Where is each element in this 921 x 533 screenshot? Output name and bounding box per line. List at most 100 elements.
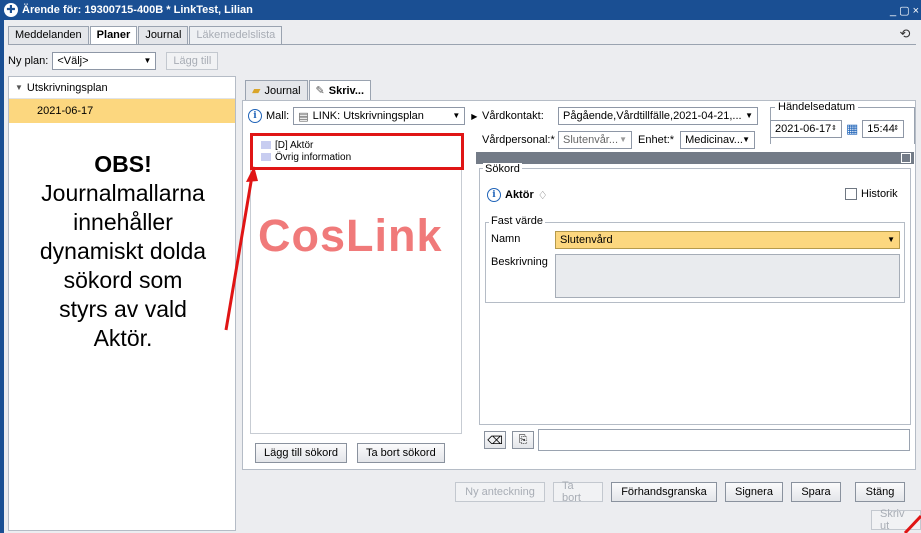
info-icon[interactable]: i [248,109,262,123]
comment-input[interactable] [538,429,910,451]
contact-fields: Vårdkontakt: Pågående,Vårdtillfälle,2021… [482,107,758,149]
template-select[interactable]: ▤ LINK: Utskrivningsplan ▼ [293,107,466,125]
new-note-button[interactable]: Ny anteckning [455,482,545,502]
tab-journal-view[interactable]: ▰ Journal [245,80,308,100]
annotation-text: OBS! Journalmallarna innehåller dynamisk… [8,150,238,353]
event-date-row: 2021-06-17 ⇕ ▦ 15:44 ⇕ [770,120,905,138]
content-tab-row: ▰ Journal ✎ Skriv... [245,80,372,100]
historik-row: Historik [845,188,898,200]
fast-value-legend: Fast värde [489,215,545,227]
template-item-list: [D] Aktör Övrig information [250,134,462,434]
remove-sokord-button[interactable]: Ta bort sökord [357,443,445,463]
journal-icon: ▰ [252,85,261,97]
add-plan-button[interactable]: Lägg till [166,52,219,70]
attachment-icons: ⌫ ⎘ [484,431,534,449]
collapse-arrow-icon[interactable]: ▼ [15,83,23,92]
expand-arrow-icon[interactable]: ▶ [471,112,477,121]
highlight-box [250,133,464,170]
tab-lakemedelslista[interactable]: Läkemedelslista [189,26,283,44]
tab-journal[interactable]: Journal [138,26,189,44]
beskrivning-field[interactable] [555,254,900,298]
namn-label: Namn [491,233,521,245]
history-icon[interactable]: ⟲ [897,26,913,42]
tab-planer[interactable]: Planer [89,26,138,44]
edit-pen-icon: ✎ [315,85,325,97]
chevron-down-icon: ▼ [619,135,627,144]
tab-divider [8,44,916,45]
namn-select[interactable]: Slutenvård ▼ [555,231,900,249]
spinner-icon[interactable]: ⇕ [893,124,899,132]
annotation-line: dynamiskt dolda [39,238,207,264]
vardpersonal-row: Vårdpersonal:* Slutenvår... ▼ Enhet:* Me… [482,131,758,149]
event-time-input[interactable]: 15:44 ⇕ [862,120,905,138]
plan-item-label: 2021-06-17 [37,105,94,117]
annotation-title: OBS! [94,151,152,177]
app-logo-icon: ✚ [4,3,18,17]
preview-button[interactable]: Förhandsgranska [611,482,717,502]
template-doc-icon: ▤ [298,110,309,123]
tab-meddelanden[interactable]: Meddelanden [8,26,89,44]
save-button[interactable]: Spara [791,482,841,502]
vardpersonal-value: Slutenvår... [563,134,619,146]
window-title-bar: ✚ Ärende för: 19300715-400B * LinkTest, … [0,0,921,20]
window-controls[interactable]: _ ▢ × [890,0,921,20]
beskrivning-label: Beskrivning [491,256,548,268]
annotation-line: Journalmallarna [41,180,205,206]
historik-label: Historik [861,188,898,200]
event-date-input[interactable]: 2021-06-17 ⇕ [770,120,842,138]
sign-button[interactable]: Signera [725,482,783,502]
vardkontakt-row: Vårdkontakt: Pågående,Vårdtillfälle,2021… [482,107,758,125]
calendar-icon[interactable]: ▦ [846,121,858,137]
historik-checkbox[interactable] [845,188,857,200]
namn-value: Slutenvård [560,234,613,246]
template-row: i Mall: ▤ LINK: Utskrivningsplan ▼ ▶ [248,107,477,125]
annotation-line: styrs av vald [59,296,187,322]
plan-item[interactable]: 2021-06-17 [9,99,235,123]
plan-group-label: Utskrivningsplan [26,81,108,94]
vardpersonal-select[interactable]: Slutenvår... ▼ [558,131,632,149]
event-date-value: 2021-06-17 [775,123,832,135]
tab-journal-view-label: Journal [264,84,301,97]
close-button[interactable]: Stäng [855,482,905,502]
annotation-line: Aktör. [93,325,153,351]
add-sokord-button[interactable]: Lägg till sökord [255,443,347,463]
tab-skriv-label: Skriv... [328,84,365,97]
enhet-label: Enhet:* [638,134,675,146]
chevron-down-icon: ▼ [887,235,895,244]
vardkontakt-select[interactable]: Pågående,Vårdtillfälle,2021-04-21,... ▼ [558,107,758,125]
sokord-legend: Sökord [483,163,522,175]
chevron-down-icon: ▼ [143,56,152,65]
new-plan-value: <Välj> [57,55,89,67]
print-button[interactable]: Skriv ut [871,508,921,532]
chevron-down-icon: ▼ [742,135,751,144]
new-plan-select[interactable]: <Välj> ▼ [52,52,157,70]
vardpersonal-label: Vårdpersonal:* [482,134,555,146]
new-plan-row: Ny plan: <Välj> ▼ Lägg till [8,52,219,70]
coslink-watermark: CosLink [258,210,443,261]
chevron-down-icon: ▼ [745,111,753,120]
enhet-value: Medicinav... [685,134,743,146]
eraser-icon[interactable]: ⌫ [484,431,506,449]
chevron-down-icon: ▼ [452,111,461,120]
vardkontakt-label: Vårdkontakt: [482,110,544,122]
action-button-row: Ny anteckning Ta bort Förhandsgranska Si… [455,480,905,504]
tab-skriv[interactable]: ✎ Skriv... [308,80,372,100]
aktor-label: Aktör [505,189,534,201]
annotation-line: sökord som [63,267,183,293]
maximize-icon[interactable] [901,153,911,163]
enhet-select[interactable]: Medicinav... ▼ [680,131,756,149]
template-label: Mall: [266,110,290,122]
event-date-label: Händelsedatum [775,101,859,113]
sokord-button-row: Lägg till sökord Ta bort sökord [255,443,445,463]
window-title: Ärende för: 19300715-400B * LinkTest, Li… [22,4,253,16]
top-tab-row: Meddelanden Planer Journal Läkemedelslis… [8,26,283,44]
info-icon[interactable]: i [487,188,501,202]
annotation-line: innehåller [73,209,173,235]
speech-bubble-icon[interactable]: ♢ [538,189,548,202]
delete-button[interactable]: Ta bort [553,480,603,504]
template-value: LINK: Utskrivningsplan [312,110,424,122]
paperclip-icon[interactable]: ⎘ [512,431,534,449]
new-plan-label: Ny plan: [8,55,49,67]
plan-group-utskrivningsplan[interactable]: ▼ Utskrivningsplan [9,77,235,99]
spinner-icon[interactable]: ⇕ [831,124,837,132]
